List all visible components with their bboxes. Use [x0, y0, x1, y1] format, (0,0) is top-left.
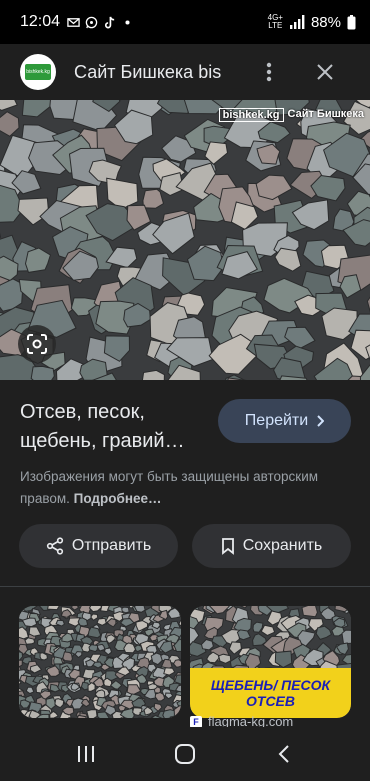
share-button[interactable]: Отправить — [19, 524, 178, 568]
close-icon — [317, 64, 333, 80]
home-button[interactable] — [165, 734, 205, 774]
save-label: Сохранить — [242, 537, 323, 554]
status-bar: 12:04 4G+ LTE 88% — [0, 0, 370, 44]
copyright-note: Изображения могут быть защищены авторски… — [20, 469, 319, 506]
related-image-1[interactable] — [19, 606, 181, 718]
gravel-thumbnail — [19, 606, 181, 718]
lens-search-button[interactable] — [18, 325, 56, 363]
share-icon — [46, 537, 63, 555]
visit-button[interactable]: Перейти — [218, 399, 351, 443]
battery-percent: 88% — [310, 13, 341, 31]
whatsapp-icon — [85, 16, 98, 28]
gravel-photo — [0, 100, 370, 380]
share-label: Отправить — [71, 537, 152, 554]
thumbnail-banner: ЩЕБЕНЬ/ ПЕСОК ОТСЕВ — [190, 668, 351, 718]
status-time: 12:04 — [20, 13, 61, 30]
dot-icon — [125, 19, 130, 25]
back-icon — [278, 745, 290, 763]
recents-button[interactable] — [66, 734, 106, 774]
site-title[interactable]: Сайт Бишкека bis — [74, 62, 234, 83]
site-logo[interactable]: bishkek.kg — [20, 54, 56, 90]
result-title[interactable]: Отсев, песок, щебень, гравий… — [20, 398, 210, 456]
source-favicon: F — [190, 715, 202, 728]
lens-icon — [27, 334, 47, 354]
chevron-right-icon — [317, 415, 325, 427]
email-icon — [67, 17, 80, 27]
tiktok-icon — [105, 16, 115, 28]
main-image[interactable]: bishkek.kg Сайт Бишкека — [0, 100, 370, 380]
network-type: 4G+ LTE — [267, 13, 283, 30]
more-options-button[interactable] — [251, 54, 287, 90]
more-vert-icon — [266, 62, 272, 82]
bookmark-icon — [221, 538, 234, 555]
lens-header: bishkek.kg Сайт Бишкека bis — [0, 44, 370, 100]
close-button[interactable] — [307, 54, 343, 90]
related-image-2[interactable]: ЩЕБЕНЬ/ ПЕСОК ОТСЕВ — [190, 606, 351, 718]
learn-more-link[interactable]: Подробнее… — [74, 491, 162, 506]
back-button[interactable] — [264, 734, 304, 774]
section-divider — [0, 586, 370, 587]
visit-button-label: Перейти — [244, 412, 309, 429]
system-nav-bar — [0, 727, 370, 781]
recents-icon — [77, 746, 94, 762]
battery-icon — [347, 14, 356, 29]
save-button[interactable]: Сохранить — [192, 524, 351, 568]
home-icon — [174, 744, 195, 764]
signal-icon — [289, 15, 305, 29]
image-watermark: bishkek.kg Сайт Бишкека — [218, 108, 364, 122]
